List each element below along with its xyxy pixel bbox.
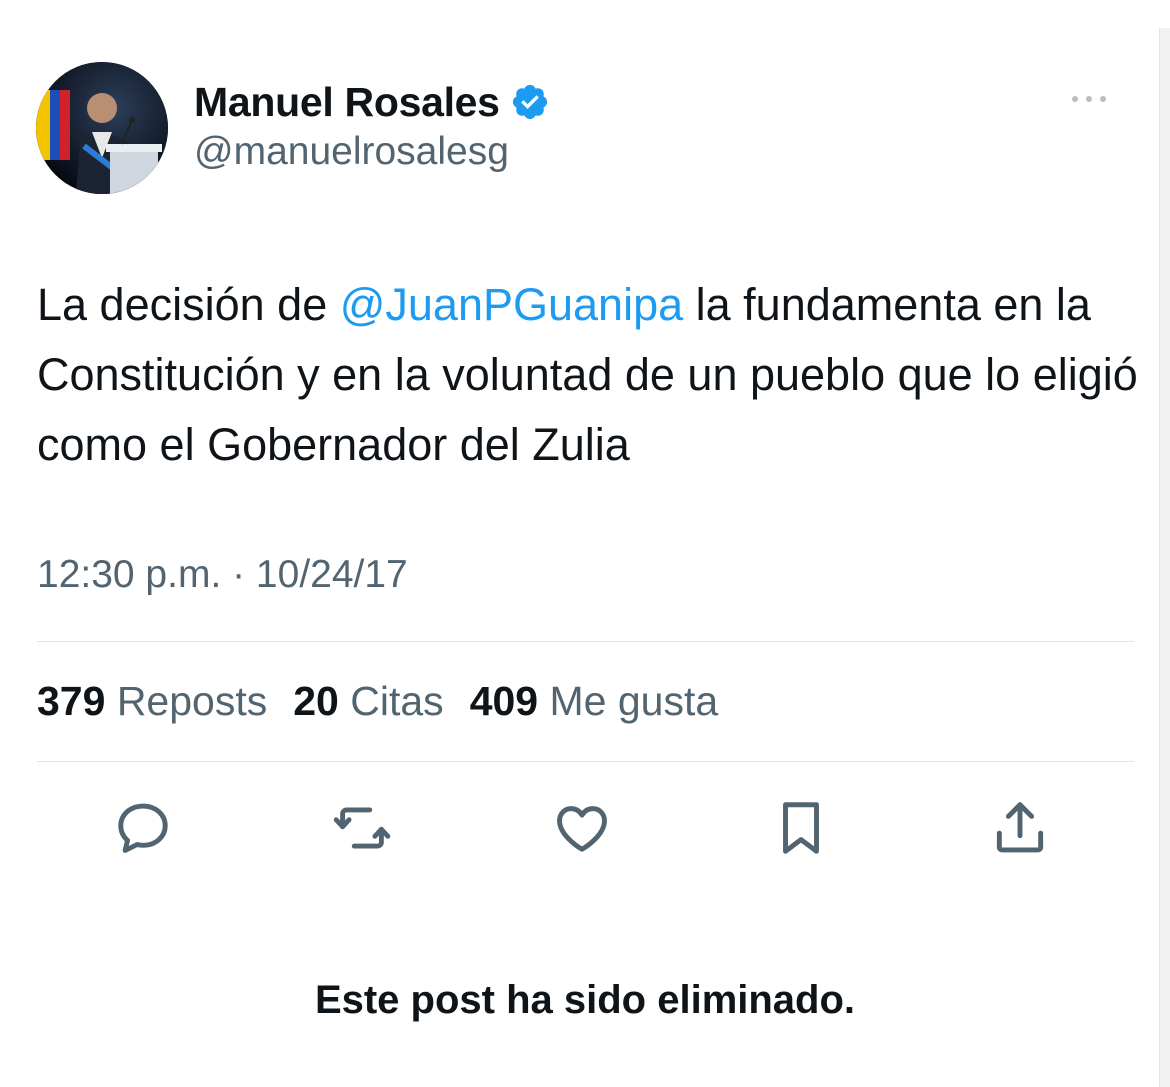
likes-label: Me gusta — [549, 678, 719, 724]
likes-stat[interactable]: 409 Me gusta — [470, 678, 718, 725]
reposts-count: 379 — [37, 678, 106, 724]
deleted-post-notice: Este post ha sido eliminado. — [314, 978, 856, 1022]
like-button[interactable] — [550, 796, 614, 860]
bookmark-icon — [783, 802, 819, 854]
reply-button[interactable] — [111, 796, 175, 860]
verified-badge-icon — [510, 82, 550, 122]
quotes-count: 20 — [293, 678, 339, 724]
reposts-stat[interactable]: 379 Reposts — [37, 678, 267, 725]
repost-button[interactable] — [330, 796, 394, 860]
author-handle[interactable]: @manuelrosalesg — [194, 130, 509, 174]
post-text: La decisión de @JuanPGuanipa la fundamen… — [37, 270, 1147, 480]
mention-link[interactable]: @JuanPGuanipa — [340, 279, 683, 330]
quotes-label: Citas — [350, 678, 444, 724]
author-display-name[interactable]: Manuel Rosales — [194, 79, 500, 126]
like-icon — [557, 806, 607, 852]
post-text-before: La decisión de — [37, 279, 340, 330]
reposts-label: Reposts — [116, 678, 268, 724]
share-button[interactable] — [988, 796, 1052, 860]
divider — [37, 761, 1134, 762]
more-options-button[interactable] — [1064, 84, 1114, 114]
engagement-stats: 379 Reposts 20 Citas 409 Me gusta — [37, 678, 718, 725]
share-icon — [996, 802, 1044, 853]
more-dot-icon — [1100, 96, 1106, 102]
likes-count: 409 — [469, 678, 539, 724]
scrollbar[interactable] — [1159, 28, 1170, 1087]
more-dot-icon — [1086, 96, 1092, 102]
action-bar — [0, 796, 1170, 860]
reply-icon — [118, 803, 168, 853]
quotes-stat[interactable]: 20 Citas — [293, 678, 443, 725]
repost-icon — [333, 807, 391, 849]
bookmark-button[interactable] — [769, 796, 833, 860]
author-name-row[interactable]: Manuel Rosales — [194, 76, 550, 128]
post-timestamp[interactable]: 12:30 p.m. · 10/24/17 — [37, 553, 408, 597]
avatar[interactable] — [36, 62, 168, 194]
divider — [37, 641, 1134, 642]
more-dot-icon — [1072, 96, 1078, 102]
